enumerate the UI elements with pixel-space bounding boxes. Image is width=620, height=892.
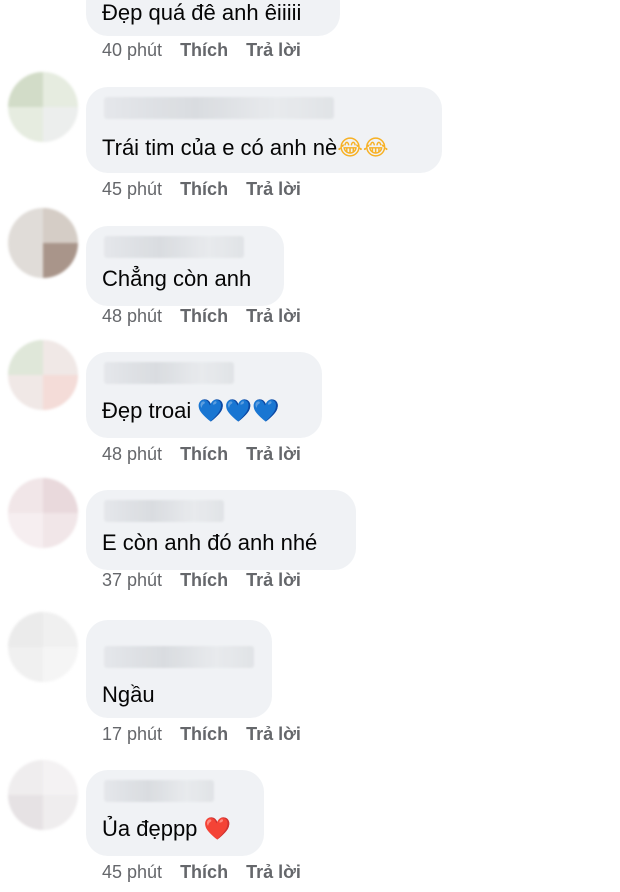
comment-bubble: Ngầu xyxy=(86,620,272,718)
reply-button[interactable]: Trả lời xyxy=(246,306,301,326)
comment-time: 40 phút xyxy=(102,40,163,60)
red-heart-icon: ❤️ xyxy=(203,817,231,842)
commenter-name-blurred xyxy=(104,97,334,119)
commenter-name-blurred xyxy=(104,362,234,384)
like-button[interactable]: Thích xyxy=(180,724,228,744)
comment-text: Đẹp quá đê anh êiiiii xyxy=(102,0,302,25)
blue-heart-icon: 💙💙💙 xyxy=(197,399,280,424)
like-button[interactable]: Thích xyxy=(180,306,228,326)
reply-button[interactable]: Trả lời xyxy=(246,862,301,882)
comment-text: Đẹp troai 💙💙💙 xyxy=(102,398,280,424)
reply-button[interactable]: Trả lời xyxy=(246,570,301,590)
like-button[interactable]: Thích xyxy=(180,570,228,590)
comment-text: E còn anh đó anh nhé xyxy=(102,530,318,555)
commenter-name-blurred xyxy=(104,780,214,802)
like-button[interactable]: Thích xyxy=(180,40,228,60)
reply-button[interactable]: Trả lời xyxy=(246,40,301,60)
reply-button[interactable]: Trả lời xyxy=(246,444,301,464)
avatar xyxy=(8,478,78,548)
comment-actions: 48 phút Thích Trả lời xyxy=(102,306,319,327)
comment-text: Ngầu xyxy=(102,682,155,707)
reply-button[interactable]: Trả lời xyxy=(246,179,301,199)
comment-time: 48 phút xyxy=(102,306,163,326)
like-button[interactable]: Thích xyxy=(180,179,228,199)
comment-actions: 45 phút Thích Trả lời xyxy=(102,179,319,200)
comment-time: 45 phút xyxy=(102,179,163,199)
comment-time: 37 phút xyxy=(102,570,163,590)
avatar xyxy=(8,340,78,410)
comment-actions: 17 phút Thích Trả lời xyxy=(102,724,319,745)
like-button[interactable]: Thích xyxy=(180,862,228,882)
commenter-name-blurred xyxy=(104,500,224,522)
comment-text: Trái tim của e có anh nè😂😂 xyxy=(102,135,389,161)
comment-bubble: Chẳng còn anh xyxy=(86,226,284,306)
comment-item: Trái tim của e có anh nè😂😂 45 phút Thích T… xyxy=(0,72,620,202)
comment-item: E còn anh đó anh nhé 37 phút Thích Trả lời xyxy=(0,478,620,606)
comment-item: Chẳng còn anh 48 phút Thích Trả lời xyxy=(0,208,620,336)
comment-bubble: E còn anh đó anh nhé xyxy=(86,490,356,570)
comment-actions: 37 phút Thích Trả lời xyxy=(102,570,319,591)
comment-bubble: Ủa đẹppp ❤️ xyxy=(86,770,264,856)
comment-bubble: Trái tim của e có anh nè😂😂 xyxy=(86,87,442,173)
comment-time: 45 phút xyxy=(102,862,163,882)
comment-item: Đẹp quá đê anh êiiiii 40 phút Thích Trả lờ… xyxy=(0,0,620,70)
avatar xyxy=(8,760,78,830)
comment-text: Chẳng còn anh xyxy=(102,266,252,291)
commenter-name-blurred xyxy=(104,236,244,258)
comment-text: Ủa đẹppp ❤️ xyxy=(102,816,231,842)
avatar xyxy=(8,72,78,142)
comment-item: Ngầu 17 phút Thích Trả lời xyxy=(0,612,620,754)
comment-time: 17 phút xyxy=(102,724,163,744)
comment-bubble: Đẹp troai 💙💙💙 xyxy=(86,352,322,438)
commenter-name-blurred xyxy=(104,646,254,668)
comment-time: 48 phút xyxy=(102,444,163,464)
comment-bubble: Đẹp quá đê anh êiiiii xyxy=(86,0,340,36)
comment-actions: 48 phút Thích Trả lời xyxy=(102,444,319,465)
comment-actions: 40 phút Thích Trả lời xyxy=(102,40,319,61)
avatar xyxy=(8,612,78,682)
avatar xyxy=(8,208,78,278)
reply-button[interactable]: Trả lời xyxy=(246,724,301,744)
comment-item: Đẹp troai 💙💙💙 48 phút Thích Trả lời xyxy=(0,340,620,476)
comment-actions: 45 phút Thích Trả lời xyxy=(102,862,319,883)
like-button[interactable]: Thích xyxy=(180,444,228,464)
laughing-emoji-icon: 😂😂 xyxy=(337,136,389,161)
comment-item: Ủa đẹppp ❤️ 45 phút Thích Trả lời xyxy=(0,760,620,892)
